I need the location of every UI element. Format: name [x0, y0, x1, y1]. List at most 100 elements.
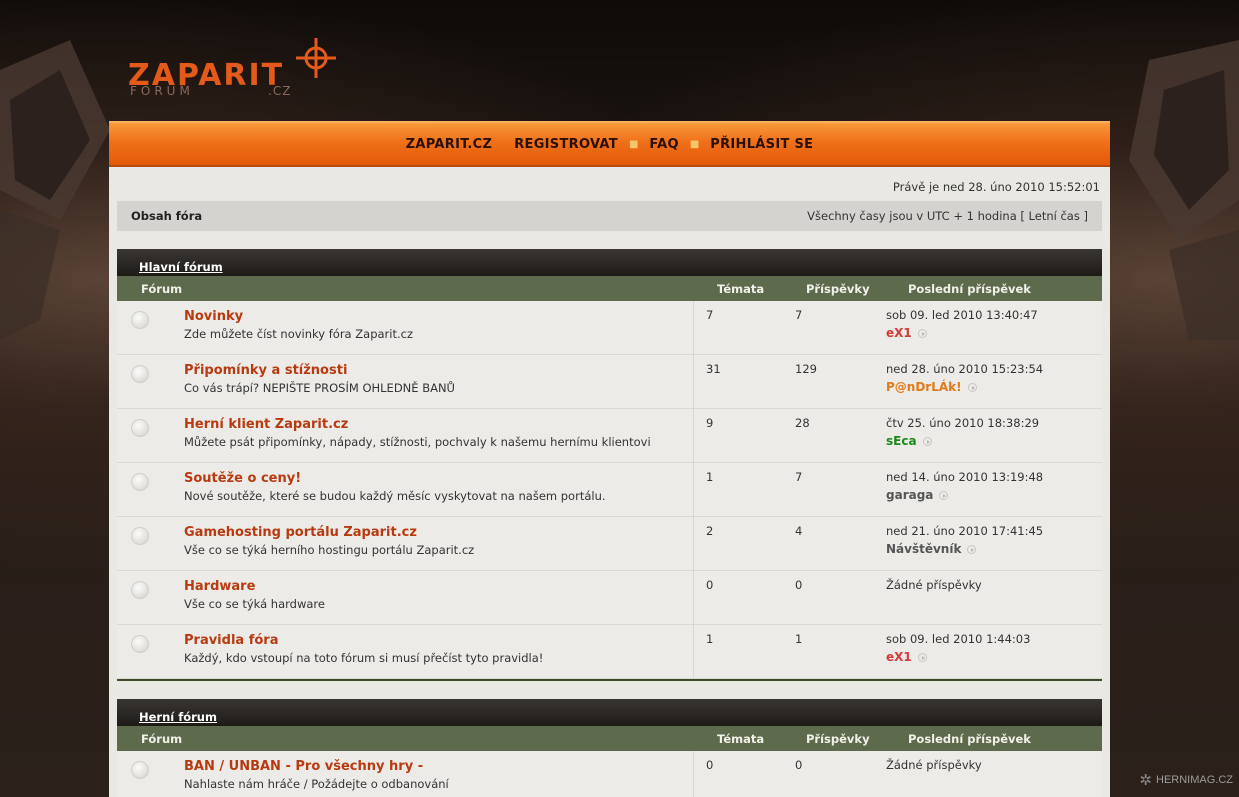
nav-faq[interactable]: FAQ — [638, 137, 689, 152]
forum-title-link[interactable]: Novinky — [184, 309, 693, 324]
forum-row: Pravidla fóra Každý, kdo vstoupí na toto … — [117, 625, 1102, 679]
nav-login[interactable]: PŘIHLÁSIT SE — [699, 137, 824, 152]
last-post-date: čtv 25. úno 2010 18:38:29 — [886, 416, 1040, 430]
category-footer — [117, 679, 1102, 681]
last-post-user[interactable]: sEca — [886, 434, 917, 448]
column-headers: Fórum Témata Příspěvky Poslední příspěvek — [117, 726, 1102, 751]
last-post-date: ned 28. úno 2010 15:23:54 — [886, 362, 1044, 376]
forum-row: Novinky Zde můžete číst novinky fóra Zapa… — [117, 301, 1102, 355]
go-to-post-icon[interactable] — [917, 653, 927, 662]
last-post-user[interactable]: eX1 — [886, 650, 912, 664]
forum-title-link[interactable]: Hardware — [184, 579, 693, 594]
go-to-post-icon[interactable] — [967, 545, 977, 554]
watermark: ✲ HERNIMAG.CZ — [1139, 771, 1233, 789]
last-post-info: Žádné příspěvky — [886, 751, 982, 797]
site-logo[interactable]: ZAPARIT FORUM .CZ — [128, 38, 343, 104]
last-post-info: Žádné příspěvky — [886, 571, 982, 624]
forum-description: Můžete psát připomínky, nápady, stížnost… — [184, 435, 651, 449]
topic-count: 1 — [693, 463, 783, 516]
go-to-post-icon[interactable] — [917, 329, 927, 338]
breadcrumb-bar: Obsah fóra Všechny časy jsou v UTC + 1 h… — [117, 201, 1102, 231]
forum-categories: Hlavní fórum Fórum Témata Příspěvky Poslední… — [109, 249, 1110, 797]
forum-status-icon — [131, 311, 149, 329]
column-topics: Témata — [717, 281, 765, 296]
last-post-user[interactable]: garaga — [886, 488, 933, 502]
topic-count: 0 — [693, 751, 783, 797]
forum-description: Nové soutěže, které se budou každý měsíc… — [184, 489, 606, 503]
last-post-user[interactable]: P@nDrLÁk! — [886, 380, 962, 394]
last-post-info: ned 28. úno 2010 15:23:54 P@nDrLÁk! — [886, 355, 1043, 408]
column-forum: Fórum — [141, 731, 183, 746]
breadcrumb[interactable]: Obsah fóra — [131, 209, 202, 223]
forum-title-link[interactable]: Soutěže o ceny! — [184, 471, 693, 486]
last-post-date: Žádné příspěvky — [886, 578, 982, 592]
last-post-info: ned 14. úno 2010 13:19:48 garaga — [886, 463, 1043, 516]
last-post-info: sob 09. led 2010 13:40:47 eX1 — [886, 301, 1038, 354]
go-to-post-icon[interactable] — [922, 437, 932, 446]
column-posts: Příspěvky — [806, 281, 870, 296]
category-header: Herní fórum — [117, 699, 1102, 726]
column-headers: Fórum Témata Příspěvky Poslední příspěvek — [117, 276, 1102, 301]
post-count: 0 — [795, 578, 803, 592]
go-to-post-icon[interactable] — [939, 491, 949, 500]
forum-title-link[interactable]: Připomínky a stížnosti — [184, 363, 693, 378]
last-post-date: ned 14. úno 2010 13:19:48 — [886, 470, 1044, 484]
forum-row: BAN / UNBAN - Pro všechny hry - Nahlaste … — [117, 751, 1102, 797]
topic-count: 1 — [693, 625, 783, 678]
forum-status-icon — [131, 581, 149, 599]
current-date: Právě je ned 28. úno 2010 15:52:01 — [892, 180, 1100, 194]
post-count: 129 — [795, 362, 817, 376]
timezone-info: Všechny časy jsou v UTC + 1 hodina [ Let… — [807, 209, 1088, 223]
column-last-post: Poslední příspěvek — [908, 731, 1031, 746]
forum-title-link[interactable]: Gamehosting portálu Zaparit.cz — [184, 525, 693, 540]
forum-title-link[interactable]: Herní klient Zaparit.cz — [184, 417, 693, 432]
forum-row: Gamehosting portálu Zaparit.cz Vše co se … — [117, 517, 1102, 571]
forum-description: Vše co se týká hardware — [184, 597, 325, 611]
forum-status-icon — [131, 365, 149, 383]
crosshair-icon — [296, 38, 336, 78]
category-title[interactable]: Hlavní fórum — [139, 260, 223, 274]
forum-status-icon — [131, 527, 149, 545]
watermark-text: HERNIMAG.CZ — [1156, 774, 1233, 786]
star-icon: ✲ — [1139, 772, 1152, 789]
forum-title-link[interactable]: BAN / UNBAN - Pro všechny hry - — [184, 759, 693, 774]
last-post-date: Žádné příspěvky — [886, 758, 982, 772]
go-to-post-icon[interactable] — [967, 383, 977, 392]
content-wrapper: ZAPARIT.CZ REGISTROVAT ■ FAQ ■ PŘIHLÁSIT… — [109, 121, 1110, 797]
forum-title-link[interactable]: Pravidla fóra — [184, 633, 693, 648]
topic-count: 31 — [693, 355, 783, 408]
last-post-user[interactable]: Návštěvník — [886, 542, 961, 556]
logo-sub-text: FORUM — [130, 84, 194, 98]
last-post-info: sob 09. led 2010 1:44:03 eX1 — [886, 625, 1030, 678]
last-post-date: ned 21. úno 2010 17:41:45 — [886, 524, 1044, 538]
category-title[interactable]: Herní fórum — [139, 710, 217, 724]
category-header: Hlavní fórum — [117, 249, 1102, 276]
forum-description: Co vás trápí? NEPIŠTE PROSÍM OHLEDNĚ BAN… — [184, 381, 455, 395]
right-decoration — [1129, 40, 1239, 340]
forum-category: Hlavní fórum Fórum Témata Příspěvky Poslední… — [117, 249, 1102, 681]
left-decoration — [0, 40, 110, 340]
last-post-user[interactable]: eX1 — [886, 326, 912, 340]
nav-register[interactable]: REGISTROVAT — [503, 137, 629, 152]
main-navigation: ZAPARIT.CZ REGISTROVAT ■ FAQ ■ PŘIHLÁSIT… — [109, 121, 1110, 167]
forum-status-icon — [131, 761, 149, 779]
forum-status-icon — [131, 635, 149, 653]
column-topics: Témata — [717, 731, 765, 746]
forum-description: Zde můžete číst novinky fóra Zaparit.cz — [184, 327, 413, 341]
topic-count: 0 — [693, 571, 783, 624]
last-post-info: čtv 25. úno 2010 18:38:29 sEca — [886, 409, 1039, 462]
nav-zaparit[interactable]: ZAPARIT.CZ — [395, 137, 504, 152]
logo-tld-text: .CZ — [268, 84, 292, 98]
forum-description: Každý, kdo vstoupí na toto fórum si musí… — [184, 651, 544, 665]
forum-description: Vše co se týká herního hostingu portálu … — [184, 543, 475, 557]
last-post-date: sob 09. led 2010 13:40:47 — [886, 308, 1038, 322]
post-count: 7 — [795, 470, 803, 484]
forum-category: Herní fórum Fórum Témata Příspěvky Poslední … — [117, 699, 1102, 797]
last-post-info: ned 21. úno 2010 17:41:45 Návštěvník — [886, 517, 1043, 570]
post-count: 7 — [795, 308, 803, 322]
topic-count: 9 — [693, 409, 783, 462]
column-last-post: Poslední příspěvek — [908, 281, 1031, 296]
column-posts: Příspěvky — [806, 731, 870, 746]
post-count: 4 — [795, 524, 803, 538]
forum-status-icon — [131, 419, 149, 437]
